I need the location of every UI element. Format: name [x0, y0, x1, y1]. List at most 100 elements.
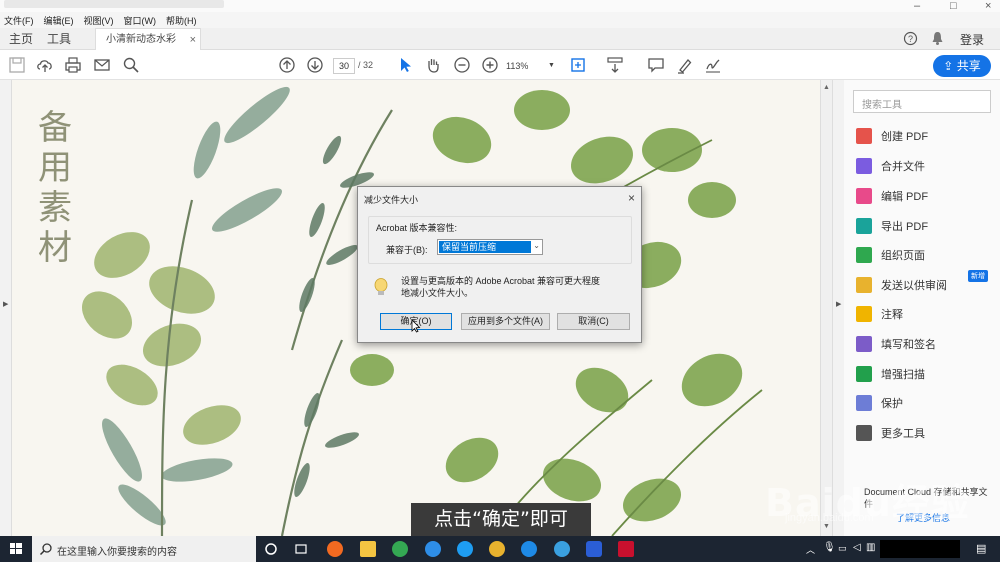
apply-multiple-button[interactable]: 应用到多个文件(A) — [461, 313, 550, 330]
clock-area[interactable] — [880, 540, 960, 558]
dialog-message: 设置与更高版本的 Adobe Acrobat 兼容可更大程度地减小文件大小。 — [401, 276, 601, 298]
compat-group-label: Acrobat 版本兼容性: — [376, 223, 458, 233]
cancel-button[interactable]: 取消(C) — [557, 313, 630, 330]
zoom-out-icon[interactable] — [453, 56, 471, 74]
menu-window[interactable]: 窗口(W) — [124, 14, 157, 27]
vertical-scrollbar[interactable]: ▲ ▼ — [820, 80, 832, 536]
print-icon[interactable] — [64, 56, 82, 74]
tool-more-tools[interactable]: 更多工具 — [856, 422, 925, 444]
next-page-icon[interactable] — [306, 56, 324, 74]
firefox-icon[interactable] — [327, 541, 343, 557]
zoom-select[interactable]: 113% ▼ — [506, 58, 556, 74]
acrobat-icon[interactable] — [618, 541, 634, 557]
tool-combine-files[interactable]: 合并文件 — [856, 155, 925, 177]
chrome-icon[interactable] — [392, 541, 408, 557]
select-arrow-icon[interactable] — [396, 56, 414, 74]
tool-label: 编辑 PDF — [881, 191, 929, 203]
tab-tools[interactable]: 工具 — [47, 28, 71, 50]
tab-close-icon[interactable]: × — [190, 29, 196, 51]
file-explorer-icon[interactable] — [360, 541, 376, 557]
reduce-size-dialog: 减少文件大小 × Acrobat 版本兼容性: 兼容于(B): 保留当前压缩 ⌄… — [357, 186, 642, 343]
notification-icon[interactable]: ▤ — [976, 542, 986, 555]
tray-chevron-icon[interactable]: ︿ — [806, 543, 815, 556]
menu-file[interactable]: 文件(F) — [4, 14, 34, 27]
microphone-icon[interactable]: 🎙 — [823, 542, 836, 553]
chevron-down-icon: ⌄ — [533, 241, 540, 250]
baidu-watermark-url: jingyan.baidu.com — [785, 512, 874, 524]
scroll-mode-icon[interactable] — [606, 56, 624, 74]
vertical-title: 备用素材 — [38, 108, 72, 268]
close-button[interactable]: × — [985, 0, 991, 12]
page-total: / 32 — [358, 60, 374, 70]
tool-label: 保护 — [881, 398, 903, 410]
tool-send-for-review[interactable]: 发送以供审阅 — [856, 274, 947, 296]
left-panel-toggle[interactable]: ▶ — [0, 80, 12, 536]
taskbar-search-input[interactable]: 在这里输入你要搜索的内容 — [32, 536, 256, 562]
search-zoom-icon[interactable] — [122, 56, 140, 74]
tool-comment[interactable]: 注释 — [856, 303, 903, 325]
dialog-close-icon[interactable]: × — [628, 191, 635, 205]
sign-icon[interactable] — [704, 56, 722, 74]
cortana-icon[interactable] — [264, 542, 278, 556]
help-icon[interactable]: ? — [903, 31, 918, 46]
tool-label: 更多工具 — [881, 428, 925, 440]
email-icon[interactable] — [93, 56, 111, 74]
shield-icon — [856, 395, 872, 411]
right-panel-toggle[interactable]: ▶ — [832, 80, 844, 536]
menu-help[interactable]: 帮助(H) — [166, 14, 197, 27]
tool-fill-sign[interactable]: 填写和签名 — [856, 333, 936, 355]
comment-tool-icon — [856, 306, 872, 322]
lightbulb-icon — [374, 278, 388, 295]
tool-create-pdf[interactable]: 创建 PDF — [856, 125, 928, 147]
wrench-icon — [856, 425, 872, 441]
tool-label: 增强扫描 — [881, 369, 925, 381]
export-pdf-icon — [856, 218, 872, 234]
minimize-button[interactable]: – — [914, 0, 920, 12]
tool-label: 注释 — [881, 309, 903, 321]
menu-view[interactable]: 视图(V) — [84, 14, 114, 27]
zoom-in-icon[interactable] — [481, 56, 499, 74]
tool-search-input[interactable]: 搜索工具 — [853, 90, 991, 113]
compat-select[interactable]: 保留当前压缩 ⌄ — [437, 239, 543, 255]
maximize-button[interactable]: □ — [950, 0, 957, 12]
volume-icon[interactable]: ◁ — [853, 542, 861, 553]
tool-edit-pdf[interactable]: 编辑 PDF — [856, 185, 928, 207]
tool-organize-pages[interactable]: 组织页面 — [856, 244, 925, 266]
dialog-title: 减少文件大小 — [364, 195, 419, 205]
qq-browser-icon[interactable] — [425, 541, 441, 557]
menu-edit[interactable]: 编辑(E) — [44, 14, 74, 27]
browser-360-icon[interactable] — [489, 541, 505, 557]
comment-icon[interactable] — [647, 56, 665, 74]
windows-start-icon[interactable] — [0, 536, 32, 562]
upload-cloud-icon[interactable] — [36, 56, 54, 74]
prev-page-icon[interactable] — [278, 56, 296, 74]
tab-document[interactable]: 小清新动态水彩绿... × — [95, 28, 201, 67]
tool-protect[interactable]: 保护 — [856, 392, 903, 414]
tool-label: 组织页面 — [881, 250, 925, 262]
title-bar: – □ × — [0, 0, 1000, 12]
bell-icon[interactable] — [931, 31, 944, 46]
network-icon[interactable]: ▥ — [866, 542, 875, 553]
page-number-input[interactable]: 30 — [333, 58, 355, 74]
hand-tool-icon[interactable] — [424, 56, 442, 74]
share-button[interactable]: ⇪ 共享 — [933, 55, 991, 77]
fit-page-icon[interactable] — [569, 56, 587, 74]
login-button[interactable]: 登录 — [960, 31, 984, 48]
highlight-pen-icon[interactable] — [676, 56, 694, 74]
tool-export-pdf[interactable]: 导出 PDF — [856, 215, 928, 237]
taskbar: 在这里输入你要搜索的内容 ︿ 🎙 ▭ ◁ ▥ ▤ — [0, 536, 1000, 562]
wps-icon[interactable] — [586, 541, 602, 557]
scroll-up-icon[interactable]: ▲ — [823, 84, 830, 91]
edge-icon[interactable] — [521, 541, 537, 557]
taskbar-search-placeholder: 在这里输入你要搜索的内容 — [57, 547, 177, 558]
ie-icon[interactable] — [554, 541, 570, 557]
messenger-icon[interactable] — [457, 541, 473, 557]
edit-pdf-icon — [856, 188, 872, 204]
save-icon[interactable] — [8, 56, 26, 74]
tab-home[interactable]: 主页 — [9, 28, 33, 50]
battery-icon[interactable]: ▭ — [838, 543, 847, 554]
task-view-icon[interactable] — [294, 542, 308, 556]
tool-enhance-scans[interactable]: 增强扫描 — [856, 363, 925, 385]
new-badge: 新增 — [968, 270, 988, 282]
share-label: 共享 — [956, 59, 981, 73]
